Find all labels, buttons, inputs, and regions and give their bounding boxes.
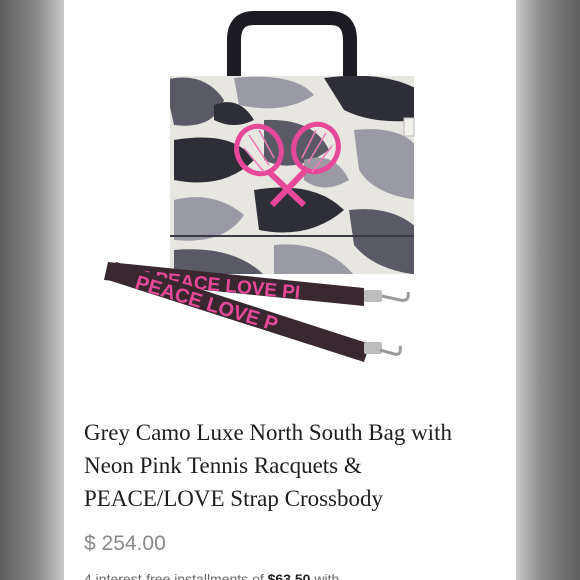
installments-suffix: with <box>314 571 340 580</box>
installment-amount: $63.50 <box>267 571 311 580</box>
installments-label: 4 interest-free installments of <box>84 571 264 580</box>
product-title[interactable]: Grey Camo Luxe North South Bag with Neon… <box>84 416 504 515</box>
installments-text: 4 interest-free installments of $63.50 w… <box>84 571 514 580</box>
right-blur-border <box>516 0 580 580</box>
left-blur-border <box>0 0 64 580</box>
product-image[interactable]: VE PEACE LOVE PI PEACE LOVE P <box>64 0 516 380</box>
bag-handle <box>227 11 357 80</box>
product-price: $ 254.00 <box>84 532 166 555</box>
product-card: VE PEACE LOVE PI PEACE LOVE P Grey Camo … <box>64 0 516 580</box>
